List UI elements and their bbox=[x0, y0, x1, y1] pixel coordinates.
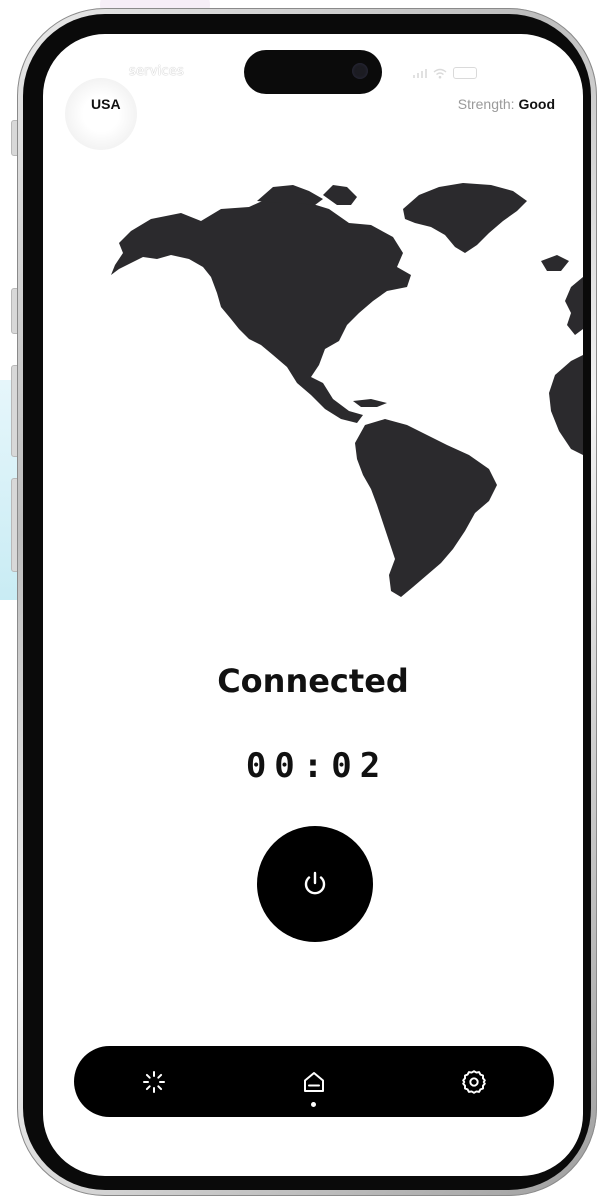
camera-icon bbox=[352, 63, 368, 79]
settings-icon bbox=[462, 1069, 486, 1094]
iceland-shape bbox=[541, 255, 569, 271]
connection-status: Connected bbox=[217, 662, 409, 700]
device-stage: services USA Strength: Good Connected 00… bbox=[0, 0, 599, 1196]
caribbean-shape bbox=[353, 399, 387, 407]
world-map bbox=[111, 183, 583, 597]
nav-item-home[interactable] bbox=[274, 1046, 354, 1117]
loading-icon bbox=[143, 1070, 165, 1093]
nav-item-loading[interactable] bbox=[114, 1046, 194, 1117]
south-america-shape bbox=[355, 419, 497, 597]
bottom-nav-bar bbox=[74, 1046, 554, 1117]
arctic-islands-shape bbox=[323, 185, 357, 205]
active-indicator bbox=[311, 1102, 316, 1107]
africa-shape bbox=[549, 355, 583, 455]
battery-icon bbox=[453, 67, 477, 79]
connection-timer: 00:02 bbox=[245, 746, 389, 786]
north-america-shape bbox=[111, 197, 411, 423]
signal-strength: Strength: Good bbox=[458, 96, 555, 112]
europe-shape bbox=[565, 277, 583, 335]
wifi-icon bbox=[433, 68, 447, 78]
country-selector[interactable] bbox=[65, 78, 137, 150]
strength-label: Strength: bbox=[457, 96, 515, 112]
dynamic-island bbox=[244, 50, 382, 94]
country-label[interactable]: USA bbox=[91, 96, 121, 112]
status-icons bbox=[413, 66, 477, 80]
greenland-shape bbox=[403, 183, 527, 253]
carrier-label: services bbox=[129, 64, 184, 79]
strength-value: Good bbox=[518, 96, 555, 112]
nav-item-settings[interactable] bbox=[434, 1046, 514, 1117]
power-icon bbox=[304, 871, 326, 895]
app-screen: services USA Strength: Good Connected 00… bbox=[43, 34, 583, 1176]
power-button[interactable] bbox=[257, 826, 373, 942]
home-icon bbox=[304, 1071, 324, 1092]
cellular-signal-icon bbox=[413, 68, 427, 78]
